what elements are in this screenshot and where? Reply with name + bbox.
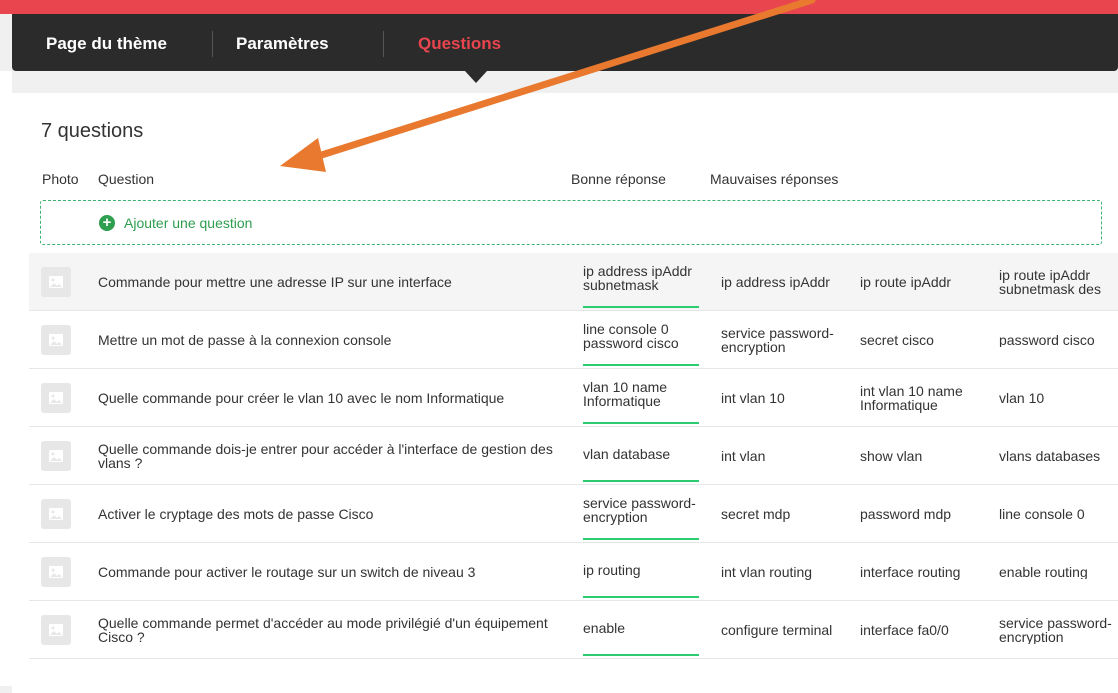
wrong-answer-1: configure terminal: [721, 621, 833, 638]
good-answer-underline: [583, 596, 699, 598]
wrong-answer-3: enable routing: [999, 564, 1088, 579]
header-wrong-answers: Mauvaises réponses: [710, 171, 839, 187]
wrong-answer-1: int vlan: [721, 447, 766, 464]
question-row[interactable]: Quelle commande pour créer le vlan 10 av…: [29, 369, 1118, 427]
nav-separator: [212, 31, 213, 57]
wrong-answer-3: password cisco: [999, 332, 1095, 347]
image-placeholder-icon[interactable]: [41, 615, 71, 645]
question-text: Quelle commande pour créer le vlan 10 av…: [98, 389, 505, 406]
good-answer: enable: [583, 619, 626, 636]
good-answer-underline: [583, 306, 699, 308]
question-text: Quelle commande permet d'accéder au mode…: [98, 614, 548, 645]
question-text: Mettre un mot de passe à la connexion co…: [98, 331, 392, 348]
good-answer: line console 0 password cisco: [583, 320, 679, 351]
wrong-answer-1: secret mdp: [721, 505, 791, 522]
wrong-answer-2: password mdp: [860, 505, 952, 522]
question-text: Activer le cryptage des mots de passe Ci…: [98, 505, 374, 522]
tab-parametres[interactable]: Paramètres: [236, 34, 329, 54]
header-photo: Photo: [42, 171, 79, 187]
top-accent-bar: [0, 0, 1118, 14]
good-answer: ip routing: [583, 561, 641, 578]
good-answer: vlan 10 name Informatique: [583, 378, 668, 409]
question-row[interactable]: Quelle commande dois-je entrer pour accé…: [29, 427, 1118, 485]
wrong-answer-2: interface fa0/0: [860, 621, 949, 638]
image-placeholder-icon[interactable]: [41, 267, 71, 297]
header-good-answer: Bonne réponse: [571, 171, 666, 187]
question-row[interactable]: Quelle commande permet d'accéder au mode…: [29, 601, 1118, 659]
image-placeholder-icon[interactable]: [41, 325, 71, 355]
question-count-title: 7 questions: [41, 120, 144, 142]
question-row[interactable]: Activer le cryptage des mots de passe Ci…: [29, 485, 1118, 543]
wrong-answer-1: service password-encryption: [721, 324, 834, 355]
wrong-answer-3: vlans databases: [999, 448, 1101, 463]
nav-separator: [383, 31, 384, 57]
wrong-answer-1: int vlan 10: [721, 389, 785, 406]
wrong-answer-3: ip route ipAddr subnetmask des: [999, 267, 1101, 296]
wrong-answer-2: int vlan 10 name Informatique: [860, 382, 963, 413]
good-answer-underline: [583, 538, 699, 540]
add-question-label: Ajouter une question: [124, 215, 253, 231]
question-text: Quelle commande dois-je entrer pour accé…: [98, 440, 553, 471]
good-answer-underline: [583, 364, 699, 366]
question-row[interactable]: Commande pour activer le routage sur un …: [29, 543, 1118, 601]
wrong-answer-3: vlan 10: [999, 390, 1045, 405]
question-text: Commande pour activer le routage sur un …: [98, 563, 476, 580]
wrong-answer-3: service password-encryption: [999, 615, 1112, 644]
good-answer: vlan database: [583, 445, 671, 462]
active-tab-caret: [465, 71, 487, 83]
good-answer-underline: [583, 422, 699, 424]
wrong-answer-2: secret cisco: [860, 331, 934, 348]
theme-navbar: Page du thème Paramètres Questions: [12, 14, 1118, 83]
wrong-answer-2: interface routing: [860, 563, 961, 580]
questions-list: Commande pour mettre une adresse IP sur …: [29, 253, 1118, 659]
good-answer: service password-encryption: [583, 494, 696, 525]
question-row[interactable]: Commande pour mettre une adresse IP sur …: [29, 253, 1118, 311]
wrong-answer-2: ip route ipAddr: [860, 273, 952, 290]
wrong-answer-3: line console 0: [999, 506, 1085, 521]
good-answer-underline: [583, 480, 699, 482]
wrong-answer-2: show vlan: [860, 447, 923, 464]
image-placeholder-icon[interactable]: [41, 441, 71, 471]
image-placeholder-icon[interactable]: [41, 383, 71, 413]
good-answer: ip address ipAddr subnetmask: [583, 262, 692, 293]
wrong-answer-1: ip address ipAddr: [721, 273, 830, 290]
tab-questions[interactable]: Questions: [418, 34, 501, 54]
good-answer-underline: [583, 654, 699, 656]
image-placeholder-icon[interactable]: [41, 557, 71, 587]
page-gutter: [0, 71, 12, 686]
wrong-answer-1: int vlan routing: [721, 563, 813, 580]
questions-panel: 7 questions Photo Question Bonne réponse…: [12, 93, 1118, 693]
question-text: Commande pour mettre une adresse IP sur …: [98, 273, 452, 290]
image-placeholder-icon[interactable]: [41, 499, 71, 529]
question-row[interactable]: Mettre un mot de passe à la connexion co…: [29, 311, 1118, 369]
header-question: Question: [98, 171, 155, 187]
tab-page-du-theme[interactable]: Page du thème: [46, 34, 167, 54]
plus-circle-icon: +: [99, 215, 115, 231]
add-question-button[interactable]: + Ajouter une question: [40, 200, 1102, 245]
